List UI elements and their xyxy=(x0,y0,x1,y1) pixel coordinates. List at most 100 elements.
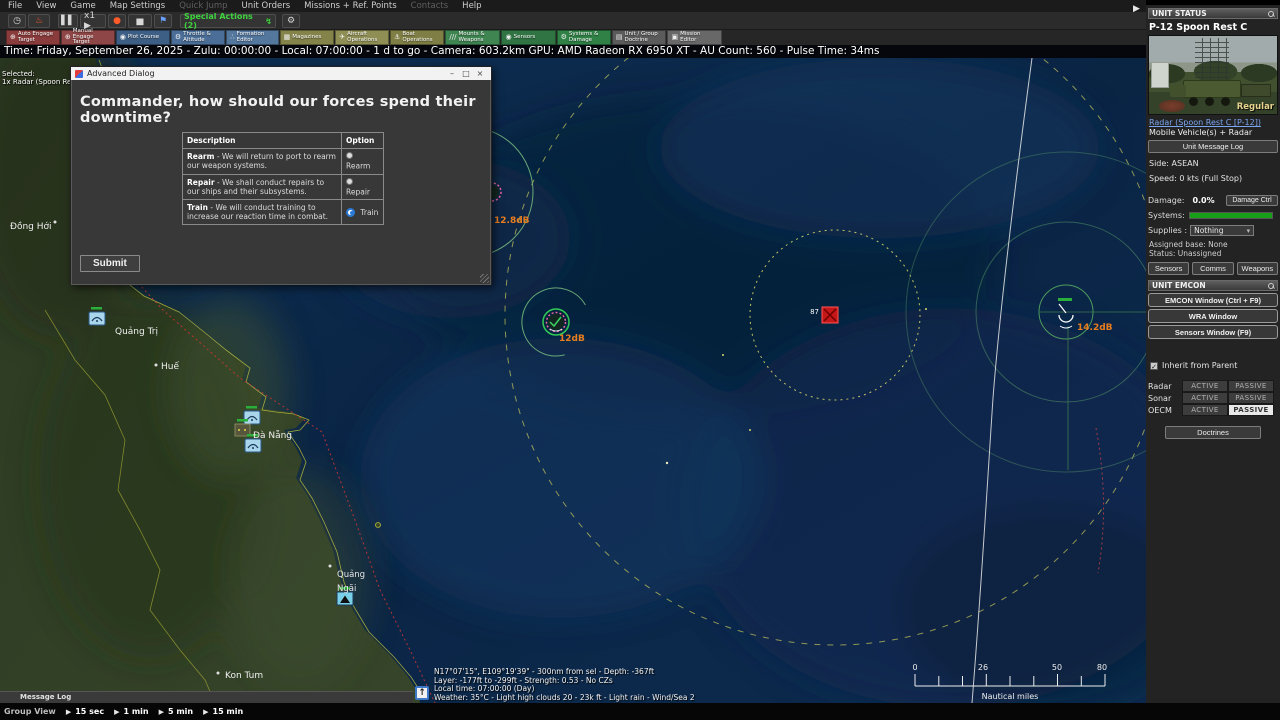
emcon-mode-table: Radar ACTIVE PASSIVE Sonar ACTIVE PASSIV… xyxy=(1148,380,1278,416)
dialog-titlebar[interactable]: Advanced Dialog – □ × xyxy=(71,67,491,80)
group-view-button[interactable]: Group View xyxy=(4,707,56,716)
unit-status-header[interactable]: UNIT STATUS xyxy=(1148,8,1278,19)
oecm-passive-button[interactable]: PASSIVE xyxy=(1228,404,1274,416)
mounts-weapons-button[interactable]: ///Mounts & Weapons xyxy=(445,30,500,45)
special-actions-button[interactable]: Special Actions (2) ↯ xyxy=(180,14,276,28)
systems-damage-button[interactable]: ⚙Systems & Damage xyxy=(557,30,611,45)
magnifier-icon[interactable] xyxy=(1268,283,1274,289)
sonar-active-button[interactable]: ACTIVE xyxy=(1182,392,1228,404)
mission-editor-button[interactable]: ▣Mission Editor xyxy=(667,30,722,45)
time-step-5min[interactable]: ▶ 5 min xyxy=(159,707,194,716)
menu-game[interactable]: Game xyxy=(70,1,95,11)
clock-icon[interactable]: ◷ xyxy=(8,14,26,28)
comms-tab-button[interactable]: Comms xyxy=(1192,262,1233,275)
emcon-row-radar: Radar ACTIVE PASSIVE xyxy=(1148,380,1278,392)
label-kon-tum: Kon Tum xyxy=(225,671,263,681)
engage-icon: ⊕ xyxy=(65,34,71,41)
play-icon: ▶ xyxy=(159,708,164,716)
unit-message-log-button[interactable]: Unit Message Log xyxy=(1148,140,1278,153)
doctrines-button[interactable]: Doctrines xyxy=(1165,426,1261,439)
bolt-icon: ↯ xyxy=(265,17,272,26)
aircraft-operations-button[interactable]: ✈Aircraft Operations xyxy=(335,30,389,45)
submit-button[interactable]: Submit xyxy=(80,255,140,272)
time-speed-button[interactable]: x1 ▶ xyxy=(80,14,106,28)
damage-value: 0.0% xyxy=(1192,196,1226,205)
radar-active-button[interactable]: ACTIVE xyxy=(1182,380,1228,392)
radio-repair[interactable] xyxy=(346,178,353,185)
ribbon-toolbar: ⊕Auto Engage Target ⊕Manual Engage Targe… xyxy=(0,30,1146,45)
sensors-tab-button[interactable]: Sensors xyxy=(1148,262,1189,275)
emcon-window-button[interactable]: EMCON Window (Ctrl + F9) xyxy=(1148,293,1278,307)
manual-engage-target-button[interactable]: ⊕Manual Engage Target xyxy=(61,30,115,45)
unit-class-link[interactable]: Radar (Spoon Rest C [P-12]) xyxy=(1149,118,1278,127)
photo-trailer xyxy=(1241,84,1271,97)
speck xyxy=(722,354,724,356)
sensors-button[interactable]: ◉Sensors xyxy=(501,30,555,45)
speck xyxy=(666,462,668,464)
magnifier-icon[interactable] xyxy=(1268,11,1274,17)
options-table: Description Option Rearm - We will retur… xyxy=(182,132,384,225)
photo-wheel xyxy=(1205,97,1214,106)
sidebar-collapse-arrow[interactable]: ▶ xyxy=(1133,4,1140,14)
inherit-from-parent-checkbox[interactable]: ✓ xyxy=(1150,362,1158,370)
unit-group-doctrine-button[interactable]: ▤Unit / Group Doctrine xyxy=(612,30,667,45)
proficiency-badge: Regular xyxy=(1237,102,1274,112)
label-dong-hoi: Đồng Hới xyxy=(10,221,52,232)
minimize-button[interactable]: – xyxy=(445,69,459,78)
message-log-bar[interactable]: Message Log xyxy=(0,691,413,703)
damage-label: Damage: xyxy=(1148,196,1184,205)
assignment-status: Status: Unassigned xyxy=(1149,249,1278,258)
menu-help[interactable]: Help xyxy=(462,1,481,11)
contact-label: 87 xyxy=(810,308,819,316)
menu-file[interactable]: File xyxy=(8,1,22,11)
time-step-15min[interactable]: ▶ 15 min xyxy=(203,707,243,716)
sensors-icon: ◉ xyxy=(505,34,511,41)
radio-train[interactable] xyxy=(346,208,355,217)
radar-passive-button[interactable]: PASSIVE xyxy=(1228,380,1274,392)
pause-button[interactable]: ▌▌ xyxy=(58,14,78,28)
sensors-window-button[interactable]: Sensors Window (F9) xyxy=(1148,325,1278,339)
menu-view[interactable]: View xyxy=(36,1,56,11)
sonar-passive-button[interactable]: PASSIVE xyxy=(1228,392,1274,404)
oecm-active-button[interactable]: ACTIVE xyxy=(1182,404,1228,416)
menu-map-settings[interactable]: Map Settings xyxy=(110,1,166,11)
supplies-dropdown[interactable]: Nothing ▾ xyxy=(1190,225,1254,236)
label-quang-tri: Quảng Trị xyxy=(115,326,158,337)
radio-rearm[interactable] xyxy=(346,152,353,159)
flag-icon[interactable]: ⚑ xyxy=(154,14,172,28)
resize-grip[interactable] xyxy=(480,274,489,283)
play-icon: ▶ xyxy=(66,708,71,716)
unit-photo: Regular xyxy=(1148,35,1278,115)
unit-selected-p12-radar[interactable] xyxy=(543,309,569,335)
time-step-15sec[interactable]: ▶ 15 sec xyxy=(66,707,104,716)
wra-window-button[interactable]: WRA Window xyxy=(1148,309,1278,323)
damage-ctrl-button[interactable]: Damage Ctrl xyxy=(1226,195,1278,206)
weapons-tab-button[interactable]: Weapons xyxy=(1237,262,1278,275)
photo-wheel xyxy=(1221,97,1230,106)
settings-gear-icon[interactable]: ⚙ xyxy=(282,14,300,28)
plot-course-button[interactable]: ◉Plot Course xyxy=(116,30,170,45)
time-step-1min[interactable]: ▶ 1 min xyxy=(114,707,149,716)
intensity-icon[interactable]: ♨ xyxy=(28,14,50,28)
record-button[interactable]: ● xyxy=(108,14,126,28)
islet xyxy=(376,523,381,528)
assigned-base: Assigned base: None xyxy=(1149,240,1278,249)
message-log-restore-icon[interactable]: ↑ xyxy=(415,686,429,700)
magazines-button[interactable]: ▦Magazines xyxy=(280,30,335,45)
speck xyxy=(925,308,927,310)
menu-bar: File View Game Map Settings Quick Jump U… xyxy=(0,0,1146,12)
auto-engage-target-button[interactable]: ⊕Auto Engage Target xyxy=(6,30,60,45)
play-icon: ▶ xyxy=(114,708,119,716)
maximize-button[interactable]: □ xyxy=(459,69,473,78)
menu-missions-ref-points[interactable]: Missions + Ref. Points xyxy=(304,1,397,11)
formation-editor-button[interactable]: ∴Formation Editor xyxy=(226,30,278,45)
recorder-icon[interactable]: ▅ xyxy=(128,14,152,28)
unit-emcon-header[interactable]: UNIT EMCON xyxy=(1148,280,1278,291)
cursor-status-block: N17°07'15", E109°19'39" - 300nm from sel… xyxy=(434,668,695,702)
boat-operations-button[interactable]: ⚓Boat Operations xyxy=(390,30,444,45)
menu-unit-orders[interactable]: Unit Orders xyxy=(242,1,291,11)
magazines-icon: ▦ xyxy=(284,34,291,41)
systems-icon: ⚙ xyxy=(561,34,567,41)
close-button[interactable]: × xyxy=(473,69,487,78)
throttle-altitude-button[interactable]: ⚙Throttle & Altitude xyxy=(171,30,225,45)
